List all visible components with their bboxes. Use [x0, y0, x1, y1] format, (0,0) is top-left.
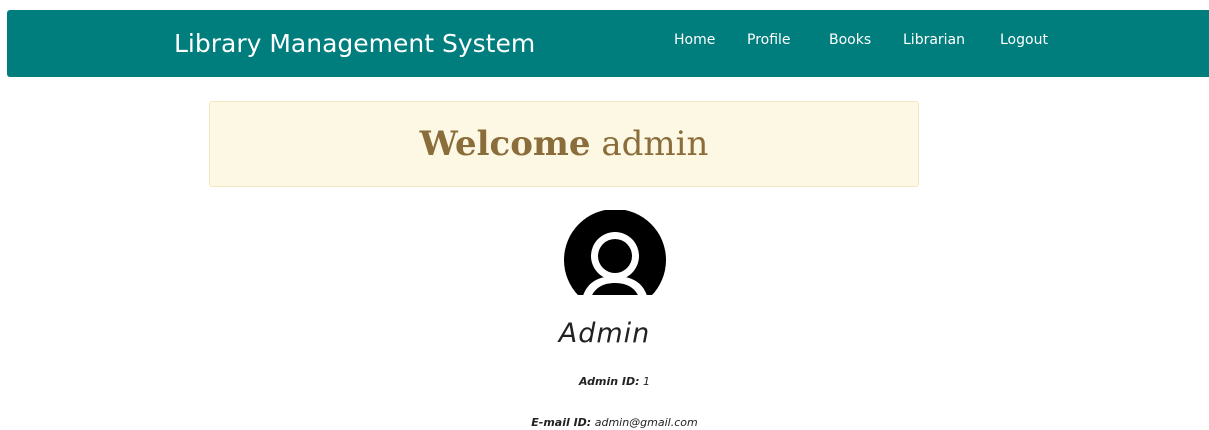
user-avatar-icon — [563, 210, 667, 300]
admin-id-value: 1 — [643, 375, 651, 388]
email-value: admin@gmail.com — [594, 416, 698, 429]
welcome-greeting: Welcome — [419, 124, 591, 164]
navbar: Library Management System Home Profile B… — [7, 10, 1209, 77]
welcome-banner: Welcome admin — [209, 101, 919, 187]
nav-link-logout[interactable]: Logout — [1000, 10, 1048, 70]
profile-name: Admin — [558, 318, 651, 349]
welcome-username: admin — [601, 124, 709, 164]
admin-id-label: Admin ID: — [578, 375, 640, 388]
email-line: E-mail ID: admin@gmail.com — [0, 416, 1209, 429]
admin-id-line: Admin ID: 1 — [0, 375, 1209, 388]
email-label: E-mail ID: — [531, 416, 592, 429]
nav-link-home[interactable]: Home — [674, 10, 715, 70]
nav-link-profile[interactable]: Profile — [747, 10, 791, 70]
brand-title[interactable]: Library Management System — [174, 10, 535, 77]
nav-link-librarian[interactable]: Librarian — [903, 10, 965, 70]
nav-link-books[interactable]: Books — [829, 10, 871, 70]
